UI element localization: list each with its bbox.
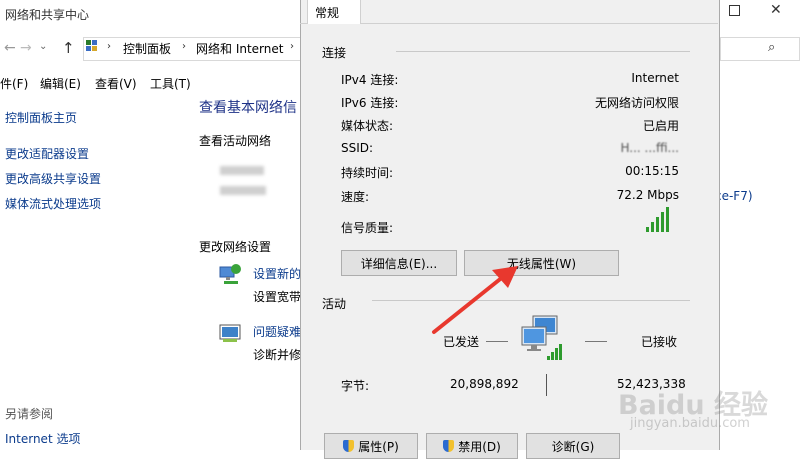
properties-button[interactable]: 属性(P): [324, 433, 418, 459]
disable-button-label: 禁用(D): [458, 439, 501, 454]
maximize-icon[interactable]: [729, 5, 740, 16]
activity-signal-bar-3: [555, 348, 558, 360]
ipv6-value: 无网络访问权限: [594, 96, 679, 110]
shield-icon: [343, 440, 355, 452]
troubleshoot-link[interactable]: 问题疑难: [253, 323, 301, 340]
control-panel-icon: [86, 40, 98, 54]
setup-new-connection-link[interactable]: 设置新的: [253, 265, 301, 282]
history-dropdown-icon[interactable]: ⌄: [39, 41, 47, 52]
ipv4-value: Internet: [631, 71, 679, 85]
signal-bar-2: [651, 222, 654, 232]
activity-signal-bar-1: [547, 356, 550, 360]
received-label: 已接收: [641, 335, 678, 349]
shield-icon: [443, 440, 455, 452]
activity-signal-icon: [547, 342, 567, 360]
activity-signal-bar-2: [551, 352, 554, 360]
up-arrow-icon[interactable]: ↑: [62, 39, 75, 57]
properties-button-label: 属性(P): [358, 439, 399, 454]
sidebar-item-media-streaming[interactable]: 媒体流式处理选项: [5, 195, 101, 212]
bytes-label: 字节:: [341, 379, 370, 393]
blurred-network-name: [220, 166, 264, 175]
bytes-sent-value: 20,898,892: [450, 377, 519, 391]
tab-strip-border: [300, 23, 718, 24]
breadcrumb-sep-icon: ›: [182, 41, 186, 52]
window-title: 网络和共享中心: [5, 8, 90, 22]
speed-label: 速度:: [341, 190, 370, 204]
new-connection-icon: [218, 263, 244, 290]
tab-general-label: 常规: [315, 6, 340, 20]
connection-divider: [396, 51, 690, 52]
troubleshoot-icon: [219, 323, 243, 348]
media-state-label: 媒体状态:: [341, 119, 394, 133]
ipv4-label: IPv4 连接:: [341, 73, 399, 87]
main-title: 查看基本网络信: [199, 100, 297, 116]
duration-label: 持续时间:: [341, 166, 394, 180]
duration-value: 00:15:15: [625, 164, 679, 178]
menu-view[interactable]: 查看(V): [95, 75, 137, 92]
diagnose-button-label: 诊断(G): [551, 439, 595, 454]
see-also-title: 另请参阅: [5, 407, 54, 421]
search-input[interactable]: [720, 37, 800, 61]
connection-section-title: 连接: [322, 46, 347, 60]
see-also-internet-options[interactable]: Internet 选项: [5, 430, 80, 447]
disable-button[interactable]: 禁用(D): [426, 433, 518, 459]
signal-bar-4: [661, 212, 664, 232]
blurred-network-type: [220, 186, 266, 195]
sidebar-item-advanced-sharing[interactable]: 更改高级共享设置: [5, 170, 101, 187]
close-icon[interactable]: ✕: [770, 2, 782, 18]
speed-value: 72.2 Mbps: [616, 188, 679, 202]
media-state-value: 已启用: [642, 119, 679, 133]
ssid-value: H... ...ffi...: [620, 141, 679, 155]
troubleshoot-desc: 诊断并修: [253, 348, 302, 362]
received-line: [585, 341, 607, 342]
search-icon: ⌕: [768, 40, 776, 55]
breadcrumb-sep-icon: ›: [107, 41, 111, 52]
setup-new-connection-desc: 设置宽带: [253, 290, 302, 304]
signal-quality-label: 信号质量:: [341, 221, 394, 235]
baidu-watermark-url: jingyan.baidu.com: [630, 416, 750, 431]
ssid-label: SSID:: [341, 141, 374, 155]
breadcrumb-item-control-panel[interactable]: 控制面板: [123, 40, 171, 57]
diagnose-button[interactable]: 诊断(G): [526, 433, 620, 459]
change-settings-title: 更改网络设置: [199, 240, 272, 254]
annotation-arrow: [432, 266, 518, 334]
menu-edit[interactable]: 编辑(E): [40, 75, 81, 92]
sidebar-item-adapter[interactable]: 更改适配器设置: [5, 145, 89, 162]
signal-bar-3: [656, 217, 659, 232]
forward-arrow-icon[interactable]: →: [20, 40, 32, 56]
partial-connection-link[interactable]: ce-F7): [715, 189, 753, 203]
bytes-divider: [546, 374, 547, 396]
ipv6-label: IPv6 连接:: [341, 96, 399, 110]
sidebar-item-home[interactable]: 控制面板主页: [5, 109, 77, 126]
activity-signal-bar-4: [559, 344, 562, 360]
signal-bar-1: [646, 227, 649, 232]
menu-file[interactable]: 件(F): [0, 75, 28, 92]
breadcrumb-item-network[interactable]: 网络和 Internet: [196, 40, 283, 57]
breadcrumb-sep-icon: ›: [290, 41, 294, 52]
menu-tools[interactable]: 工具(T): [150, 75, 191, 92]
activity-section-title: 活动: [322, 297, 347, 311]
signal-strength-icon: [646, 206, 676, 232]
back-arrow-icon[interactable]: ←: [4, 40, 16, 56]
signal-bar-5: [666, 207, 669, 232]
active-networks-title: 查看活动网络: [199, 134, 272, 148]
